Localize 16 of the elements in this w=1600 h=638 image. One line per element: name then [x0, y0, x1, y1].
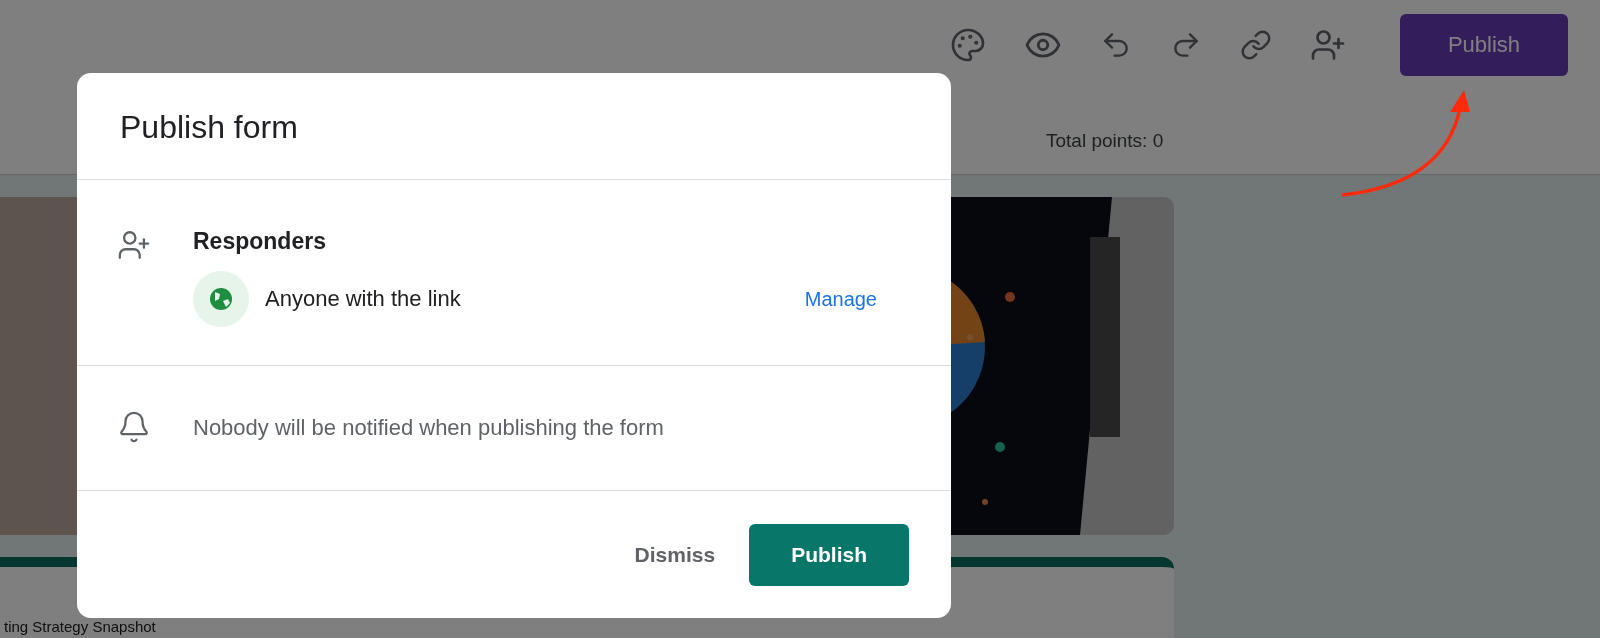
publish-button[interactable]: Publish	[1400, 14, 1568, 76]
palette-icon[interactable]	[950, 27, 986, 63]
publish-button[interactable]: Publish	[749, 523, 909, 586]
notification-notice: Nobody will be notified when publishing the form	[193, 415, 664, 441]
form-title: ting Strategy Snapshot	[4, 618, 156, 635]
manage-link[interactable]: Manage	[804, 287, 877, 311]
dismiss-button[interactable]: Dismiss	[634, 523, 716, 586]
link-icon[interactable]	[1240, 29, 1272, 61]
bell-icon	[117, 410, 151, 444]
total-points: Total points: 0	[1046, 130, 1164, 152]
globe-icon	[193, 271, 249, 327]
add-person-icon	[117, 228, 151, 262]
add-person-icon[interactable]	[1310, 27, 1346, 63]
access-label: Anyone with the link	[265, 286, 462, 312]
responders-heading: Responders	[193, 228, 327, 255]
dialog-title: Publish form	[119, 108, 299, 147]
